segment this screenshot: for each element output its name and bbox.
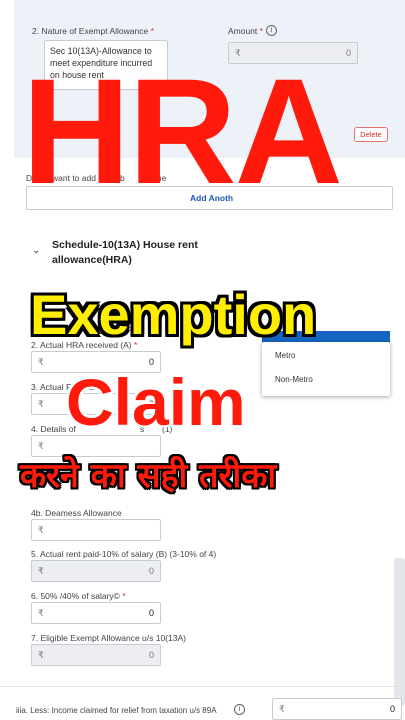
chevron-down-icon[interactable]: ⌄: [32, 245, 40, 256]
eligible-exempt-input: ₹ 0: [31, 644, 161, 666]
overlay-exemption-text: Exemption: [30, 283, 317, 346]
rupee-icon: ₹: [279, 704, 285, 714]
rupee-icon: ₹: [38, 357, 44, 367]
scrollbar[interactable]: [394, 558, 405, 706]
place-dropdown-menu: Metro Non-Metro: [262, 342, 390, 396]
overlay-hra-text: HRA: [22, 47, 343, 215]
amount-label: Amount *: [228, 26, 263, 36]
rupee-icon: ₹: [38, 650, 44, 660]
dearness-allowance-label: 4b. Deamess Allowance: [31, 508, 122, 518]
overlay-hindi-text: करने का सही तरीका: [20, 456, 277, 496]
rupee-icon: ₹: [38, 566, 44, 576]
delete-button[interactable]: Delete: [354, 127, 388, 142]
nature-of-exempt-allowance-label: 2. Nature of Exempt Allowance *: [32, 26, 154, 36]
dearness-allowance-input[interactable]: ₹: [31, 519, 161, 541]
info-icon[interactable]: i: [234, 704, 245, 715]
divider: [0, 686, 405, 687]
relief-89a-label: iiia. Less: Income claimed for relief fr…: [16, 706, 217, 715]
rupee-icon: ₹: [38, 608, 44, 618]
rupee-icon: ₹: [38, 399, 44, 409]
eligible-exempt-label: 7. Eligible Exempt Allowance u/s 10(13A): [31, 633, 186, 643]
overlay-claim-text: Claim: [66, 365, 246, 439]
schedule-title: Schedule-10(13A) House rent allowance(HR…: [52, 239, 198, 266]
info-icon[interactable]: i: [266, 25, 277, 36]
dropdown-option-metro[interactable]: Metro: [275, 351, 295, 360]
dropdown-option-non-metro[interactable]: Non-Metro: [275, 375, 313, 384]
amount-value: 0: [345, 48, 351, 58]
rent-minus-salary-label: 5. Actual rent paid-10% of salary (B) (3…: [31, 549, 217, 559]
rupee-icon: ₹: [38, 441, 44, 451]
percent-of-salary-label: 6. 50% /40% of salary© *: [31, 591, 126, 601]
relief-89a-input[interactable]: ₹ 0: [272, 698, 402, 720]
rupee-icon: ₹: [38, 525, 44, 535]
rent-minus-salary-input: ₹ 0: [31, 560, 161, 582]
percent-of-salary-input[interactable]: ₹ 0: [31, 602, 161, 624]
